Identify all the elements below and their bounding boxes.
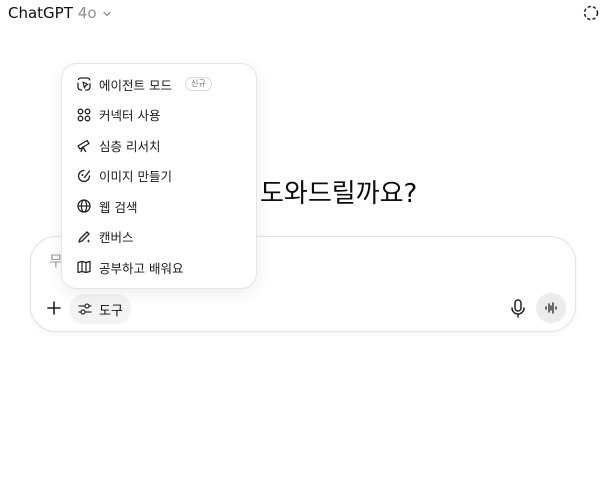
menu-item-study[interactable]: 공부하고 배워요 [62,252,256,283]
app-name: ChatGPT [8,4,73,22]
menu-item-web-search[interactable]: 웹 검색 [62,191,256,222]
menu-item-label: 에이전트 모드 [99,77,172,93]
menu-item-label: 심층 리서치 [99,138,161,154]
sliders-icon [78,303,92,315]
voice-mode-button[interactable] [536,293,566,323]
tools-label: 도구 [99,303,123,319]
plus-icon [47,301,61,315]
menu-item-label: 웹 검색 [99,199,138,215]
telescope-icon [77,140,90,153]
model-name: 4o [77,4,97,22]
menu-item-agent-mode[interactable]: 에이전트 모드 신규 [62,69,256,100]
book-icon [77,261,91,274]
menu-item-canvas[interactable]: 캔버스 [62,222,256,253]
model-selector[interactable]: ChatGPT 4o [8,4,112,22]
globe-icon [77,199,91,213]
menu-item-connectors[interactable]: 커넥터 사용 [62,100,256,131]
menu-item-create-image[interactable]: 이미지 만들기 [62,161,256,192]
new-badge: 신규 [184,77,212,92]
temporary-chat-icon[interactable] [582,4,600,22]
menu-item-label: 커넥터 사용 [99,108,161,124]
agent-icon [77,77,91,91]
menu-item-label: 캔버스 [99,230,134,246]
image-create-icon [77,169,91,182]
microphone-icon[interactable] [507,297,529,319]
menu-item-label: 이미지 만들기 [99,169,172,185]
pen-icon [78,231,91,243]
waveform-icon [545,302,557,314]
chevron-down-icon [102,11,111,16]
connectors-icon [77,108,91,122]
page-headline: 도와드릴까요? [260,179,418,209]
menu-item-deep-research[interactable]: 심층 리서치 [62,130,256,161]
tools-button[interactable]: 도구 [69,294,131,324]
tools-menu: 에이전트 모드 신규 커넥터 사용 심층 리서치 이미지 만들기 웹 검색 캔버… [61,63,257,289]
add-attachment-button[interactable] [43,297,65,319]
menu-item-label: 공부하고 배워요 [99,260,184,276]
chatgpt-page: ChatGPT 4o 도와드릴까요? 무 도구 에이전트 모드 신규 커넥터 사… [0,0,600,486]
